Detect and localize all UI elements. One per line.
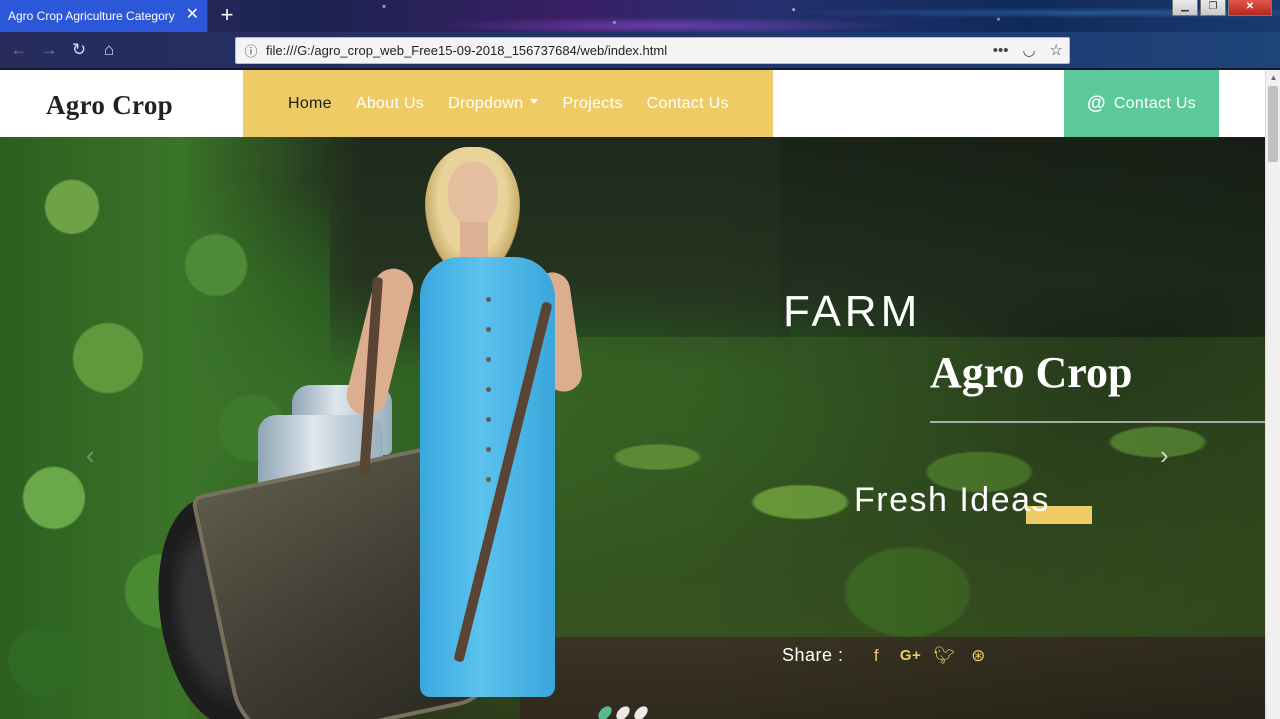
slider-dots xyxy=(595,703,651,719)
tab-title: Agro Crop Agriculture Category Bo xyxy=(8,9,178,23)
google-plus-icon[interactable]: G+ xyxy=(894,647,928,664)
chevron-right-icon[interactable]: › xyxy=(1160,440,1169,471)
reload-icon[interactable]: ↻ xyxy=(66,38,92,62)
slide-farm-heading: FARM xyxy=(783,287,922,336)
chevron-left-icon[interactable]: ‹ xyxy=(86,440,95,471)
pocket-icon[interactable]: ◡ xyxy=(1022,42,1035,60)
bookmark-star-icon[interactable]: ☆ xyxy=(1050,42,1063,60)
main-nav: Home About Us Dropdown Projects Contact … xyxy=(243,70,773,137)
page-scrollbar[interactable]: ▲ xyxy=(1265,70,1280,719)
scroll-up-icon[interactable]: ▲ xyxy=(1266,70,1280,85)
neck xyxy=(460,222,488,262)
url-bar[interactable]: ⓘ file:///G:/agro_crop_web_Free15-09-201… xyxy=(235,37,1070,64)
slide-subtitle: Fresh Ideas xyxy=(854,481,1051,519)
dribbble-icon[interactable]: ⊛ xyxy=(962,646,996,666)
new-tab-button[interactable]: + xyxy=(216,4,238,26)
restore-button[interactable]: ❐ xyxy=(1200,0,1226,16)
twitter-icon[interactable]: 🐦︎ xyxy=(928,646,962,666)
hero-slider: FARM Agro Crop Fresh Ideas ‹ › Share : f… xyxy=(0,137,1265,719)
contact-us-label: Contact Us xyxy=(1113,94,1196,112)
slider-dot[interactable] xyxy=(613,703,633,719)
at-icon: @ xyxy=(1087,92,1106,114)
browser-tab[interactable]: Agro Crop Agriculture Category Bo ✕ xyxy=(0,0,208,32)
nav-home[interactable]: Home xyxy=(288,95,332,113)
nav-dropdown[interactable]: Dropdown xyxy=(448,94,539,113)
contact-us-button[interactable]: @ Contact Us xyxy=(1064,70,1219,137)
page-actions-icon[interactable]: ••• xyxy=(993,42,1009,60)
browser-titlebar: Agro Crop Agriculture Category Bo ✕ + ▁ … xyxy=(0,0,1280,32)
share-bar: Share : f G+ 🐦︎ ⊛ xyxy=(782,645,996,666)
nav-contact[interactable]: Contact Us xyxy=(647,95,729,113)
slide-title: Agro Crop xyxy=(930,348,1133,397)
minimize-button[interactable]: ▁ xyxy=(1172,0,1198,16)
nav-projects[interactable]: Projects xyxy=(562,95,622,113)
facebook-icon[interactable]: f xyxy=(860,646,894,666)
url-actions: ••• ◡ ☆ xyxy=(993,42,1063,60)
slide-divider xyxy=(930,421,1265,423)
back-icon[interactable]: ← xyxy=(6,38,32,62)
forward-icon[interactable]: → xyxy=(36,38,62,62)
scrollbar-thumb[interactable] xyxy=(1268,86,1278,162)
info-icon[interactable]: ⓘ xyxy=(236,41,266,60)
site-header: Agro Crop Home About Us Dropdown Project… xyxy=(0,70,1265,137)
url-text[interactable]: file:///G:/agro_crop_web_Free15-09-2018_… xyxy=(266,43,667,58)
nav-dropdown-label: Dropdown xyxy=(448,94,524,112)
web-page: Agro Crop Home About Us Dropdown Project… xyxy=(0,70,1265,719)
caret-down-icon xyxy=(530,98,539,104)
share-label: Share : xyxy=(782,645,844,665)
tab-close-icon[interactable]: ✕ xyxy=(186,7,199,23)
nav-about[interactable]: About Us xyxy=(356,95,424,113)
home-icon[interactable]: ⌂ xyxy=(96,38,122,62)
site-logo[interactable]: Agro Crop xyxy=(46,90,173,121)
hero-overlay xyxy=(700,137,1265,719)
window-controls: ▁ ❐ ✕ xyxy=(1172,0,1272,16)
face xyxy=(448,162,498,226)
close-window-button[interactable]: ✕ xyxy=(1228,0,1272,16)
